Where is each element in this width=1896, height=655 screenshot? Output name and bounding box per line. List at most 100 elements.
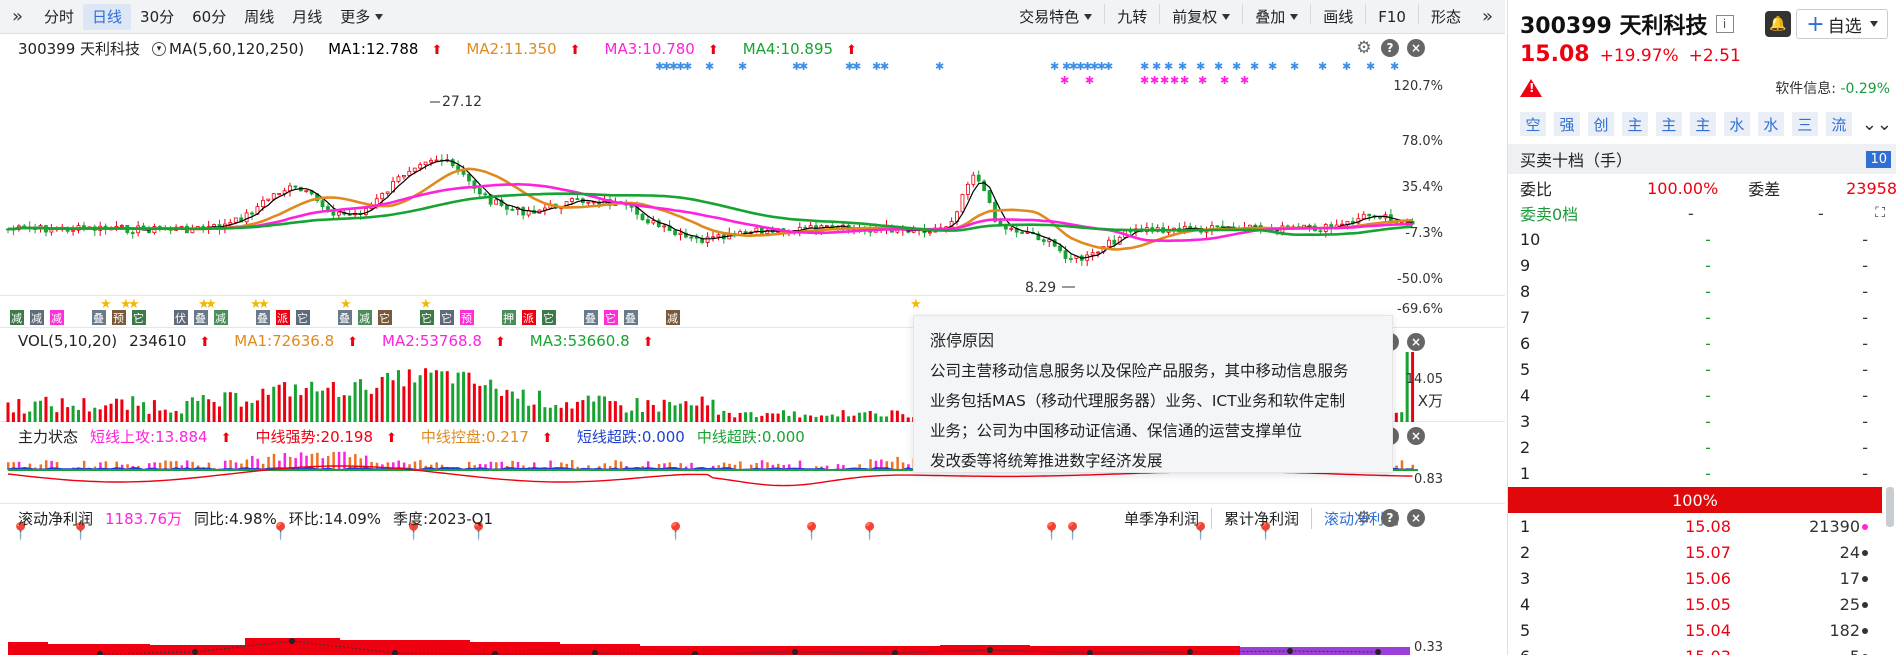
buy-level-row[interactable]: 2 15.07 24 xyxy=(1508,539,1896,565)
level-price: - xyxy=(1705,255,1711,275)
concept-tag[interactable]: 强 xyxy=(1553,112,1580,136)
sell-level-row[interactable]: 7 - - xyxy=(1508,304,1896,330)
toolbar-button[interactable]: 形态 xyxy=(1422,4,1470,30)
volume-bar xyxy=(163,409,167,422)
map-pin-icon[interactable]: 📍 xyxy=(1041,521,1062,542)
concept-tag[interactable]: 创 xyxy=(1587,112,1614,136)
signal-star-icon: ✱ xyxy=(683,60,692,73)
sell-level-row[interactable]: 6 - - xyxy=(1508,330,1896,356)
concept-tag[interactable]: 主 xyxy=(1689,112,1716,136)
candle-body xyxy=(412,167,417,172)
period-tab[interactable]: 60分 xyxy=(183,4,235,30)
event-tag-label: 它 xyxy=(543,311,554,325)
toolbar-button[interactable]: F10 xyxy=(1369,4,1415,30)
concept-tag[interactable]: 主 xyxy=(1655,112,1682,136)
buy-level-row[interactable]: 6 15.03 5 xyxy=(1508,643,1896,655)
period-tab[interactable]: 分时 xyxy=(35,4,83,30)
profit-tab[interactable]: 单季净利润 xyxy=(1112,508,1213,529)
profit-bar xyxy=(1240,647,1410,655)
ma1-line xyxy=(7,159,1413,259)
volume-bar xyxy=(39,400,43,422)
concept-tag[interactable]: 流 xyxy=(1825,112,1852,136)
volume-bar xyxy=(196,400,200,422)
sell-level-row[interactable]: 10 - - xyxy=(1508,226,1896,252)
buy-level-row[interactable]: 4 15.05 25 xyxy=(1508,591,1896,617)
map-pin-icon[interactable]: 📍 xyxy=(801,521,822,542)
concept-tag[interactable]: 水 xyxy=(1757,112,1784,136)
volume-bar xyxy=(592,401,596,422)
concept-tag[interactable]: 空 xyxy=(1520,112,1546,136)
map-pin-icon[interactable]: 📍 xyxy=(1062,521,1083,542)
main-force-title[interactable]: 主力状态 xyxy=(18,426,78,447)
info-icon[interactable]: i xyxy=(1715,15,1734,33)
volume-bar xyxy=(434,370,438,422)
gear-icon[interactable]: ⚙ xyxy=(1355,38,1373,58)
close-icon[interactable]: × xyxy=(1407,427,1425,445)
signal-star-icon: ✱ xyxy=(1160,74,1169,87)
profit-pane[interactable]: 📍 📍 📍 📍 📍 📍 📍 📍 📍 📍 📍 📍 滚动净利润 1183.76万 同比:4.98% 环比:… xyxy=(0,504,1505,655)
highlight-star-icon: ★ xyxy=(258,297,270,312)
level-volume: 25 xyxy=(1768,595,1868,614)
profit-title[interactable]: 滚动净利润 xyxy=(18,508,93,529)
period-tab[interactable]: 月线 xyxy=(283,4,331,30)
price-chart[interactable]: 27.128.29✱✱✱✱✱ ✱ ✱ ✱✱ ✱✱ ✱✱ ✱ ✱ ✱✱✱✱✱✱✱ ✱ ✱ ✱ ✱ ✱ ✱ ✱ ✱ ✱… xyxy=(0,34,1505,296)
volume-bar xyxy=(744,412,748,422)
toolbar-button[interactable]: 叠加 xyxy=(1246,4,1307,30)
collapse-right-icon[interactable]: » xyxy=(1470,6,1505,27)
sell-level-row[interactable]: 3 - - xyxy=(1508,408,1896,434)
candle-body xyxy=(965,183,970,195)
map-pin-icon[interactable]: 📍 xyxy=(665,521,686,542)
sell-level-row[interactable]: 1 - - xyxy=(1508,460,1896,486)
profit-quarter: 季度:2023-Q1 xyxy=(393,510,494,528)
buy-level-row[interactable]: 3 15.06 17 xyxy=(1508,565,1896,591)
ma-setting-button[interactable]: ▾ MA(5,60,120,250) xyxy=(152,40,316,58)
add-favorite-button[interactable]: + 自选 xyxy=(1796,9,1888,39)
toolbar-button[interactable]: 画线 xyxy=(1314,4,1362,30)
toolbar-button[interactable]: 前复权 xyxy=(1163,4,1239,30)
gear-icon[interactable]: ⚙ xyxy=(1355,508,1373,528)
order-book-depth-badge[interactable]: 10 xyxy=(1866,150,1891,168)
buy-level-row[interactable]: 5 15.04 182 xyxy=(1508,617,1896,643)
close-icon[interactable]: × xyxy=(1407,333,1425,351)
concept-tag[interactable]: 水 xyxy=(1723,112,1750,136)
concept-tag[interactable]: 主 xyxy=(1621,112,1648,136)
toolbar-button[interactable]: 交易特色 xyxy=(1010,4,1101,30)
warning-icon[interactable] xyxy=(1520,79,1542,97)
period-tab[interactable]: 日线 xyxy=(83,3,132,30)
expand-left-icon[interactable]: » xyxy=(0,6,35,27)
expand-icon[interactable]: ⛶ xyxy=(1875,205,1885,221)
concept-tag[interactable]: 三 xyxy=(1791,112,1818,136)
event-tag-label: 它 xyxy=(605,311,616,325)
candle-body xyxy=(830,225,835,227)
volume-bar xyxy=(33,401,37,422)
level-number: 5 xyxy=(1520,359,1531,379)
expand-tags-icon[interactable]: ⌄⌄ xyxy=(1862,114,1892,135)
toolbar-button[interactable]: 九转 xyxy=(1108,4,1156,30)
more-button[interactable]: 更多 xyxy=(331,4,392,30)
level-price: 15.07 xyxy=(1685,542,1731,562)
signal-star-icon: ✱ xyxy=(1085,74,1094,87)
close-icon[interactable]: × xyxy=(1407,39,1425,57)
help-icon[interactable]: ? xyxy=(1381,509,1399,527)
help-icon[interactable]: ? xyxy=(1381,39,1399,57)
volume-bar xyxy=(782,410,785,422)
close-icon[interactable]: × xyxy=(1407,509,1425,527)
map-pin-icon[interactable]: 📍 xyxy=(859,521,880,542)
price-pane[interactable]: 27.12 8.29 ✱ ✱ ✱ ✱ ✱ ✱ ✱ ✱ ✱ ✱ ✱ ✱ ✱ ✱ ✱ ✱ ✱ ✱ ✱ ✱ ✱ ✱ ✱ ✱ ✱ ✱ ✱ ✱ ✱ ✱ ✱… xyxy=(0,34,1505,296)
candle-body xyxy=(1020,231,1025,234)
volume-bar xyxy=(841,410,845,422)
bell-icon[interactable]: 🔔 xyxy=(1765,11,1791,37)
state-bar xyxy=(1400,460,1404,470)
vol-setting[interactable]: VOL(5,10,20) xyxy=(18,332,117,350)
period-tab[interactable]: 周线 xyxy=(235,4,283,30)
sell-level-row[interactable]: 5 - - xyxy=(1508,356,1896,382)
period-tab[interactable]: 30分 xyxy=(131,4,183,30)
sell-level-row[interactable]: 4 - - xyxy=(1508,382,1896,408)
sell-level-row[interactable]: 8 - - xyxy=(1508,278,1896,304)
volume-bar xyxy=(369,393,373,422)
profit-tab[interactable]: 累计净利润 xyxy=(1212,508,1313,529)
sell-level-row[interactable]: 2 - - xyxy=(1508,434,1896,460)
level-volume: 17 xyxy=(1768,569,1868,588)
buy-level-row[interactable]: 1 15.08 21390 xyxy=(1508,513,1896,539)
sell-level-row[interactable]: 9 - - xyxy=(1508,252,1896,278)
